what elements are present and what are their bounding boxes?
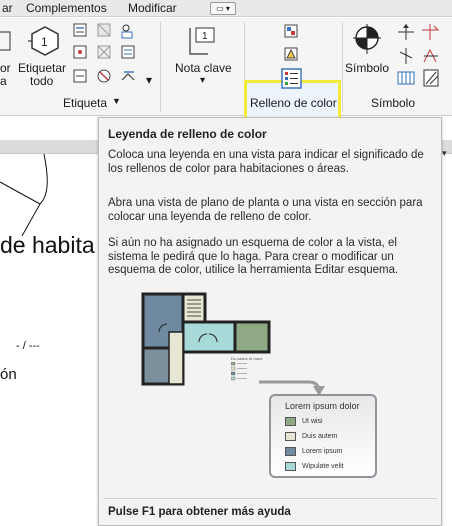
room-label-fragment: ón	[0, 366, 17, 383]
tab-ar[interactable]: ar	[2, 1, 13, 15]
tag-by-category-icon[interactable]	[0, 26, 12, 54]
beam-annotation-icon	[399, 48, 413, 64]
area-tag-icon	[97, 23, 111, 37]
space-tag-icon	[121, 24, 133, 39]
tag-tools-grid[interactable]	[72, 22, 148, 92]
tooltip-title: Leyenda de relleno de color	[108, 127, 267, 141]
tread-tag-icon	[121, 71, 135, 81]
legend-swatch	[285, 461, 296, 471]
legend-label: Lorem ipsum	[302, 448, 343, 455]
multi-tag-icon	[73, 45, 87, 59]
legend-label: Wipulate velit	[302, 463, 344, 470]
tab-extra-dropdown[interactable]: ▭ ▾	[210, 2, 236, 15]
area-reinforcement-icon	[422, 24, 440, 40]
svg-text:1: 1	[202, 31, 208, 42]
tag-tools-dropdown-icon[interactable]: ▾	[146, 74, 152, 87]
legend-item: Duis autem	[285, 431, 337, 443]
legend-label: Ut wisi	[302, 418, 323, 425]
tag-hexagon-icon[interactable]: 1	[28, 24, 62, 58]
legend-swatch	[285, 416, 296, 426]
tooltip: Leyenda de relleno de color Coloca una l…	[98, 117, 442, 526]
beam-tag-icon	[73, 69, 87, 83]
ribbon-panel: or a 1 Etiquetar todo ▾ Etiqueta ▼ 1 Not…	[0, 18, 452, 132]
ribbon-separator	[160, 22, 161, 112]
color-fill-small-icons[interactable]	[282, 22, 304, 66]
legend-item: Wipulate velit	[285, 461, 344, 473]
svg-text:1: 1	[41, 35, 48, 49]
stair-tag-icon	[97, 69, 111, 83]
etiquetar-todo-label-2[interactable]: todo	[30, 75, 53, 88]
ribbon-tab-bar: ar Complementos Modificar ▭ ▾	[0, 0, 452, 17]
tooltip-paragraph-2: Abra una vista de plano de planta o una …	[108, 197, 423, 223]
material-tag-icon	[97, 45, 111, 59]
fabric-symbol-icon	[397, 71, 415, 85]
tooltip-separator	[103, 498, 437, 499]
keynote-small-icon	[121, 45, 135, 59]
tooltip-paragraph-3: Si aún no ha asignado un esquema de colo…	[108, 237, 399, 276]
room-name-text: de habita	[0, 232, 95, 258]
color-fill-legend-icon[interactable]	[280, 68, 304, 90]
relleno-de-color-label[interactable]: Relleno de color	[250, 97, 337, 110]
small-legend-swatches	[231, 362, 247, 381]
path-reinforcement-icon	[423, 48, 438, 63]
room-tag-icon	[73, 23, 87, 37]
legend-title: Lorem ipsum dolor	[285, 401, 360, 411]
panel-title-simbolo[interactable]: Símbolo	[371, 96, 415, 110]
simbolo-label[interactable]: Símbolo	[345, 62, 389, 75]
etiqueta-dropdown-icon[interactable]: ▼	[112, 96, 121, 106]
legend-item: Ut wisi	[285, 416, 323, 428]
rebar-symbol-icon	[423, 69, 439, 87]
span-direction-icon	[398, 24, 414, 40]
keynote-icon[interactable]: 1	[186, 24, 222, 60]
small-legend-title: Ds castor et mars	[231, 356, 263, 361]
legend-swatch	[285, 446, 296, 456]
panel-title-etiqueta[interactable]: Etiqueta	[63, 96, 107, 110]
tooltip-illustration: Ds castor et mars Lorem ipsum dolor Ut w…	[139, 292, 383, 480]
ribbon-separator-3	[342, 22, 343, 112]
symbol-icon[interactable]	[352, 24, 382, 56]
legend-label: Duis autem	[302, 433, 338, 440]
tooltip-footer: Pulse F1 para obtener más ayuda	[108, 506, 291, 518]
color-legend-box: Lorem ipsum dolor Ut wisi Duis autem Lor…	[269, 394, 377, 478]
legend-swatch	[285, 431, 296, 441]
symbol-tools-grid[interactable]	[396, 22, 448, 92]
nota-clave-dropdown-icon[interactable]: ▾	[200, 74, 205, 87]
room-number-text: - / ---	[16, 340, 40, 352]
tab-modificar[interactable]: Modificar	[128, 1, 177, 15]
tab-complementos[interactable]: Complementos	[26, 1, 107, 15]
tooltip-paragraph-1: Coloca una leyenda en una vista para ind…	[108, 149, 424, 175]
legend-item: Lorem ipsum	[285, 446, 342, 458]
view-dropdown-icon[interactable]: ▾	[442, 148, 447, 159]
etiquetar-por-label-2[interactable]: a	[0, 75, 7, 88]
